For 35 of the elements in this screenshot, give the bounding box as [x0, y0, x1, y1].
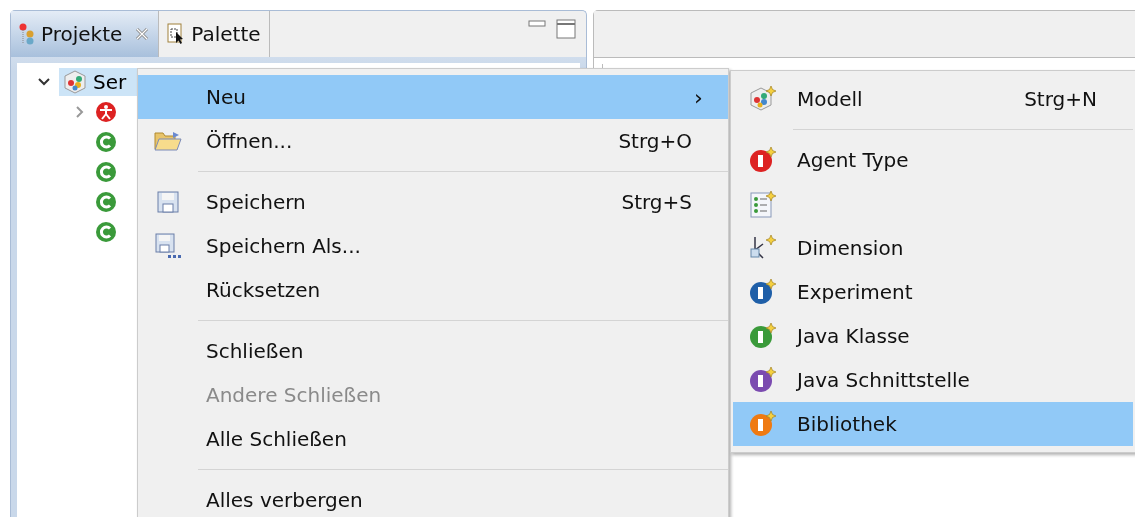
submenu-arrow: ›: [694, 84, 704, 110]
class-icon[interactable]: [95, 221, 117, 243]
menu-item[interactable]: Agent Type: [733, 138, 1133, 182]
panel-tab[interactable]: Projekte: [11, 11, 160, 57]
panel-tab[interactable]: Palette: [159, 11, 270, 57]
maximize-icon[interactable]: [556, 19, 576, 39]
menu-item[interactable]: Dimension: [733, 226, 1133, 270]
class-icon[interactable]: [95, 161, 117, 183]
tab-label: Projekte: [41, 22, 123, 46]
menu-item[interactable]: Schließen: [138, 329, 728, 373]
menu-item[interactable]: Alles verbergen: [138, 478, 728, 517]
model-icon: [749, 85, 777, 113]
menu-item[interactable]: Speichern Als...: [138, 224, 728, 268]
menu-item[interactable]: Java Klasse: [733, 314, 1133, 358]
menu-item[interactable]: Speichern Strg+S: [138, 180, 728, 224]
menu-item[interactable]: Java Schnittstelle: [733, 358, 1133, 402]
menu-item[interactable]: Bibliothek: [733, 402, 1133, 446]
menu-item[interactable]: Alle Schließen: [138, 417, 728, 461]
minimize-icon[interactable]: [528, 19, 546, 29]
palette-icon: [167, 23, 186, 45]
class-icon[interactable]: [95, 191, 117, 213]
menu-item[interactable]: Rücksetzen: [138, 268, 728, 312]
tab-label: Palette: [191, 22, 261, 46]
save-icon: [157, 191, 179, 213]
folder-icon: [153, 130, 183, 152]
menu-item[interactable]: Öffnen... Strg+O: [138, 119, 728, 163]
model-icon: [63, 70, 87, 94]
menu-item[interactable]: Experiment: [733, 270, 1133, 314]
close-icon[interactable]: [134, 26, 151, 42]
menu-item[interactable]: Modell Strg+N: [733, 77, 1133, 121]
list-icon: [749, 190, 777, 218]
save-as-icon: [155, 233, 181, 259]
menu-item[interactable]: Neu ›: [138, 75, 728, 119]
project-tree-icon: [19, 23, 35, 45]
class-icon[interactable]: [95, 131, 117, 153]
